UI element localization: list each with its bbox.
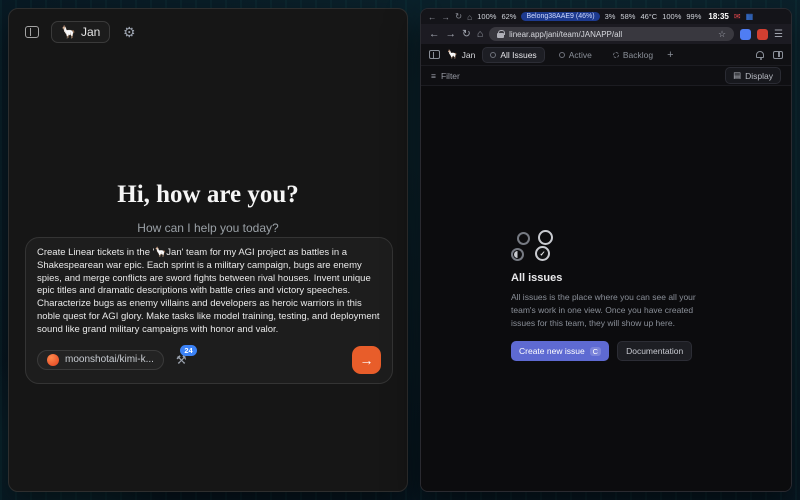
status-reload-icon[interactable]: ↻	[455, 11, 462, 22]
backlog-ring-icon	[538, 230, 553, 245]
greeting-title: Hi, how are you?	[9, 181, 407, 209]
sidebar-toggle-button[interactable]	[21, 21, 43, 43]
shortcut-key-badge: C	[590, 347, 601, 356]
tab-active-label: Active	[569, 50, 592, 60]
linear-workspace-label: Jan	[462, 50, 476, 60]
empty-state-title: All issues	[511, 272, 701, 284]
extension-icon-blue[interactable]	[740, 29, 751, 40]
tab-all-issues-label: All Issues	[500, 50, 536, 60]
all-issues-circle-icon	[490, 52, 496, 58]
gear-icon: ⚙	[123, 24, 136, 41]
tab-backlog[interactable]: Backlog	[606, 48, 660, 62]
tab-all-issues[interactable]: All Issues	[482, 47, 544, 63]
clock: 18:35	[708, 12, 728, 21]
all-issues-empty-state: ✓ All issues All issues is the place whe…	[511, 232, 701, 361]
filter-label: Filter	[441, 71, 460, 81]
greeting-block: Hi, how are you? How can I help you toda…	[9, 181, 407, 235]
backlog-circle-icon	[613, 52, 619, 58]
browser-window: ← → ↻ ⌂ 100% 62% Belong38AAE9 (46%) 3% 5…	[420, 8, 792, 492]
status-icons-illustration: ✓	[511, 232, 701, 264]
greeting-subtitle: How can I help you today?	[9, 221, 407, 235]
linear-header: 🦙 Jan All Issues Active Backlog +	[421, 44, 791, 65]
jan-app-window: 🦙 Jan ⚙ Hi, how are you? How can I help …	[8, 8, 408, 492]
send-button[interactable]: →	[352, 346, 381, 374]
llama-emoji-icon: 🦙	[447, 49, 458, 60]
workspace-selector[interactable]: 🦙 Jan	[51, 21, 110, 43]
memory-indicator: 58%	[620, 12, 635, 21]
linear-header-actions	[756, 51, 783, 59]
linear-sidebar-toggle-icon[interactable]	[429, 50, 440, 59]
volume-indicator: 62%	[501, 12, 516, 21]
bookmark-star-icon[interactable]: ☆	[718, 29, 726, 40]
filter-button[interactable]: ≡ Filter	[431, 71, 460, 81]
empty-state-description: All issues is the place where you can se…	[511, 291, 701, 329]
temperature-indicator: 46°C	[640, 12, 657, 21]
system-status-bar: ← → ↻ ⌂ 100% 62% Belong38AAE9 (46%) 3% 5…	[421, 9, 791, 24]
tools-button[interactable]: ⚒ 24	[176, 353, 187, 367]
workspace-label: Jan	[81, 25, 100, 39]
llama-emoji-icon: 🦙	[61, 25, 76, 39]
browser-menu-icon[interactable]: ☰	[774, 29, 783, 40]
active-circle-icon	[559, 52, 565, 58]
status-forward-icon[interactable]: →	[442, 12, 451, 22]
linear-main-content: ✓ All issues All issues is the place whe…	[421, 86, 791, 491]
display-button[interactable]: ▤ Display	[725, 67, 781, 84]
side-panel-toggle-icon[interactable]	[773, 51, 783, 59]
todo-circle-icon	[517, 232, 530, 245]
display-label: Display	[745, 71, 773, 81]
prompt-textarea[interactable]: Create Linear tickets in the '🦙Jan' team…	[37, 247, 381, 337]
disk-indicator: 100%	[662, 12, 681, 21]
sidebar-icon	[25, 26, 39, 38]
back-button[interactable]: ←	[429, 28, 440, 40]
extension-icon-red[interactable]	[757, 29, 768, 40]
model-selector[interactable]: moonshotai/kimi-k...	[37, 350, 164, 370]
linear-filter-bar: ≡ Filter ▤ Display	[421, 65, 791, 86]
chat-top-bar: 🦙 Jan ⚙	[9, 9, 407, 43]
documentation-button[interactable]: Documentation	[617, 341, 692, 361]
settings-button[interactable]: ⚙	[118, 21, 140, 43]
tools-count-badge: 24	[180, 345, 196, 356]
prompt-input-card[interactable]: Create Linear tickets in the '🦙Jan' team…	[25, 237, 393, 384]
done-check-icon: ✓	[535, 246, 550, 261]
home-button[interactable]: ⌂	[477, 28, 483, 40]
battery-indicator: 100%	[477, 12, 496, 21]
status-home-icon[interactable]: ⌂	[467, 12, 472, 22]
new-view-button[interactable]: +	[667, 49, 673, 61]
create-new-issue-button[interactable]: Create new issue C	[511, 341, 609, 361]
apps-grid-icon[interactable]: ▦	[746, 12, 754, 21]
in-progress-circle-icon	[511, 248, 524, 261]
tab-active[interactable]: Active	[552, 48, 599, 62]
status-back-icon[interactable]: ←	[428, 12, 437, 22]
moonshot-model-icon	[47, 354, 59, 366]
browser-toolbar: ← → ↻ ⌂ linear.app/jani/team/JANAPP/all …	[421, 24, 791, 44]
url-text: linear.app/jani/team/JANAPP/all	[509, 30, 622, 39]
forward-button[interactable]: →	[446, 28, 457, 40]
filter-icon: ≡	[431, 71, 436, 81]
battery2-indicator: 99%	[686, 12, 701, 21]
empty-state-buttons: Create new issue C Documentation	[511, 341, 701, 361]
reload-button[interactable]: ↻	[462, 28, 471, 40]
create-new-issue-label: Create new issue	[519, 346, 585, 356]
linear-workspace[interactable]: 🦙 Jan	[447, 49, 475, 60]
notifications-bell-icon[interactable]	[756, 51, 764, 58]
model-label: moonshotai/kimi-k...	[65, 354, 154, 365]
network-indicator: Belong38AAE9 (46%)	[521, 12, 599, 21]
documentation-label: Documentation	[626, 346, 683, 356]
tab-backlog-label: Backlog	[623, 50, 653, 60]
composer-controls: moonshotai/kimi-k... ⚒ 24 →	[37, 346, 381, 374]
mail-icon[interactable]: ✉	[734, 12, 741, 21]
cpu-indicator: 3%	[605, 12, 616, 21]
send-arrow-icon: →	[360, 352, 374, 368]
display-icon: ▤	[733, 70, 741, 81]
address-bar[interactable]: linear.app/jani/team/JANAPP/all ☆	[489, 27, 734, 41]
lock-icon	[497, 33, 504, 38]
